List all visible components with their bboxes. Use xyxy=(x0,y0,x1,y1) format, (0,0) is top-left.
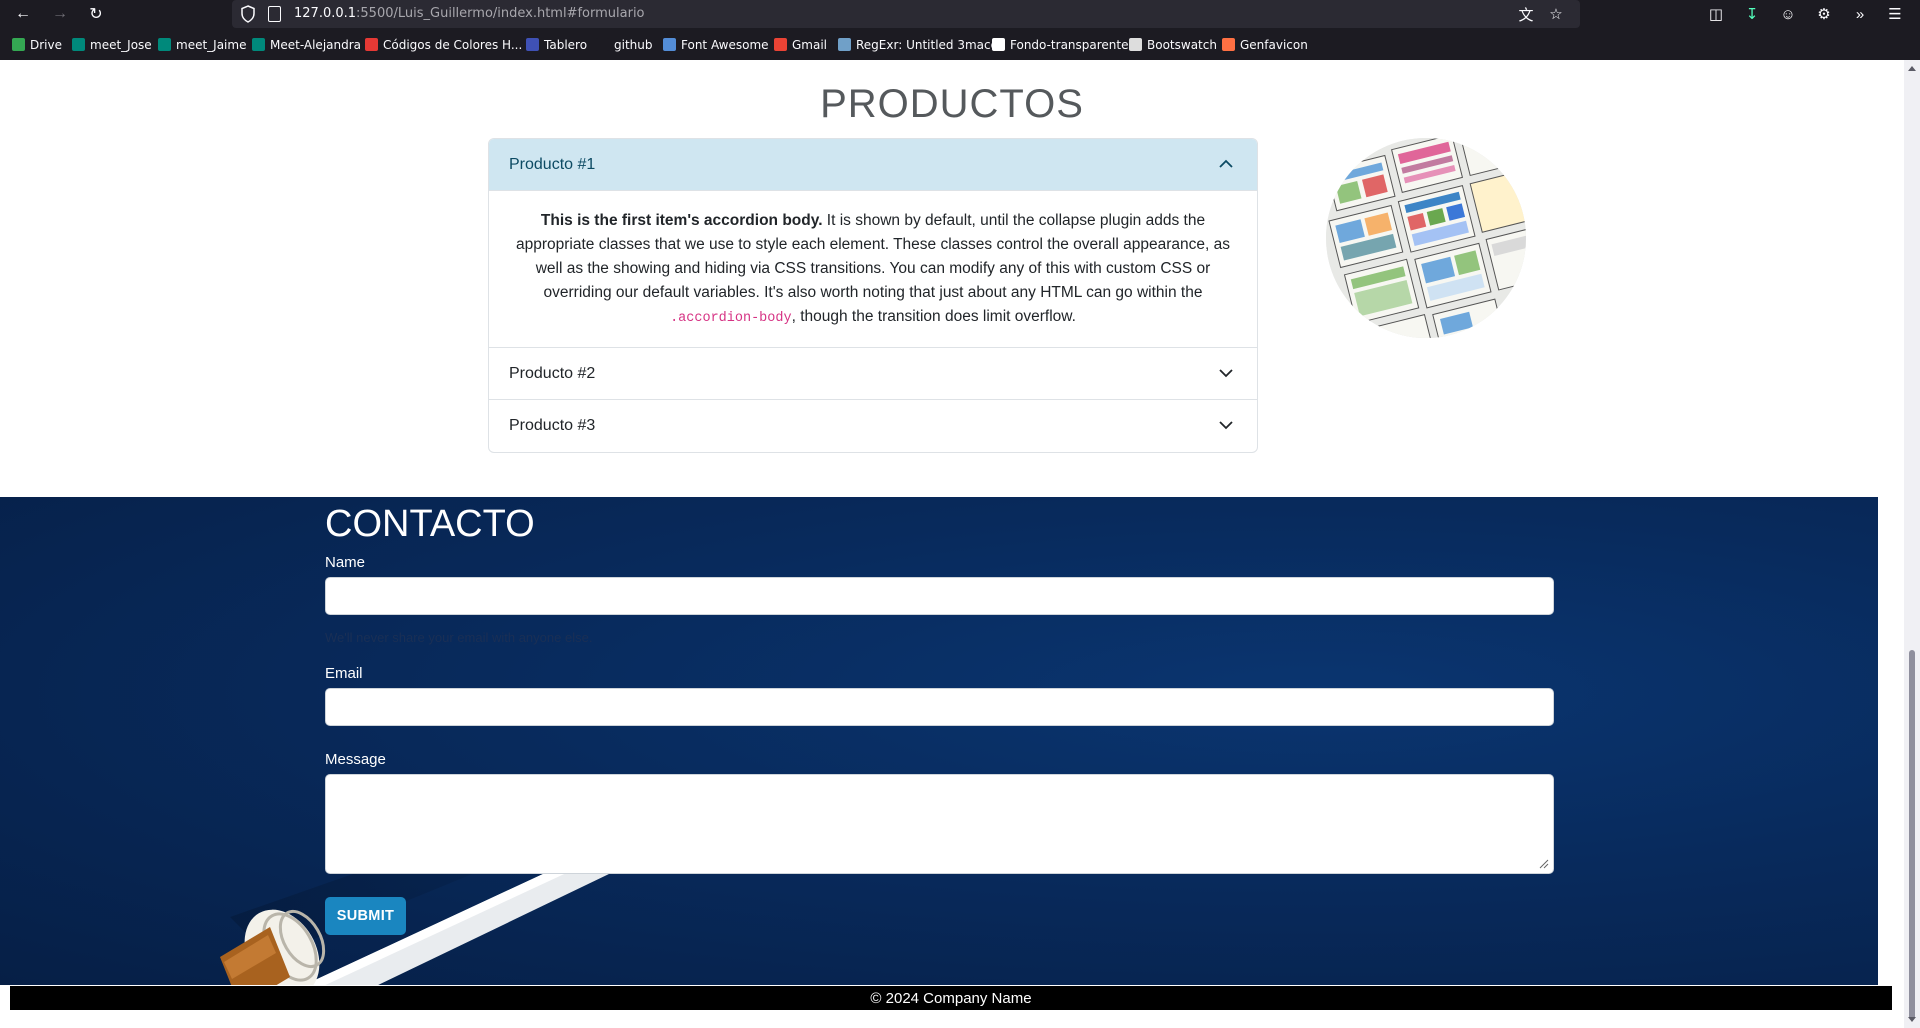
address-bar[interactable]: 127.0.0.1:5500/Luis_Guillermo/index.html… xyxy=(232,0,1580,28)
color-wheel-icon xyxy=(365,38,378,51)
meet-icon xyxy=(252,38,265,51)
contact-title: CONTACTO xyxy=(325,503,535,545)
url-text[interactable]: 127.0.0.1:5500/Luis_Guillermo/index.html… xyxy=(294,6,645,21)
bookmark-genfavicon[interactable]: Genfavicon xyxy=(1222,36,1308,53)
bookmark-label: Tablero xyxy=(544,37,588,52)
submit-button[interactable]: SUBMIT xyxy=(325,897,406,935)
footer-copyright: © 2024 Company Name xyxy=(870,989,1032,1007)
bookmark-label: github xyxy=(614,37,653,52)
chevron-down-icon xyxy=(1219,421,1233,430)
translate-icon[interactable]: 文 xyxy=(1516,4,1536,24)
bookmark-label: Meet-Alejandra xyxy=(270,37,362,52)
chevron-up-icon xyxy=(1219,159,1233,168)
email-input[interactable] xyxy=(325,688,1554,726)
contact-section: CONTACTO Name We'll never share your ema… xyxy=(0,497,1878,985)
message-textarea[interactable] xyxy=(325,774,1554,874)
accordion-header-label: Producto #1 xyxy=(509,155,596,173)
scroll-up-icon[interactable] xyxy=(1908,66,1916,71)
products-accordion: Producto #1 This is the first item's acc… xyxy=(488,138,1258,453)
accordion-body-strong: This is the first item's accordion body. xyxy=(540,212,823,229)
accordion-header-label: Producto #2 xyxy=(509,364,596,382)
name-help-text: We'll never share your email with anyone… xyxy=(325,630,593,645)
bookmark-label: Genfavicon xyxy=(1240,37,1308,52)
scrollbar-thumb[interactable] xyxy=(1909,650,1915,1020)
bookmark-label: RegExr: Untitled 3maco xyxy=(856,37,998,52)
bookmarks-bar: Drive meet_Jose meet_Jaime Meet-Alejandr… xyxy=(0,28,1920,60)
browser-toolbar: ← → ↻ 127.0.0.1:5500/Luis_Guillermo/inde… xyxy=(0,0,1920,28)
bookmark-tablero[interactable]: Tablero xyxy=(526,36,587,53)
shield-icon[interactable] xyxy=(240,5,256,23)
bookmark-codigos-colores[interactable]: Códigos de Colores H... xyxy=(365,36,522,53)
wireframe-sketches-image xyxy=(1326,138,1526,338)
download-icon[interactable]: ↧ xyxy=(1741,3,1763,25)
github-icon xyxy=(596,38,609,51)
accordion-header-producto-1[interactable]: Producto #1 xyxy=(489,139,1257,191)
account-icon[interactable]: ☺ xyxy=(1777,3,1799,25)
bookmark-meet-jose[interactable]: meet_Jose xyxy=(72,36,152,53)
tablero-icon xyxy=(526,38,539,51)
bookmark-drive[interactable]: Drive xyxy=(12,36,62,53)
accordion-body-text-end: , though the transition does limit overf… xyxy=(791,308,1076,325)
genfavicon-icon xyxy=(1222,38,1235,51)
name-input[interactable] xyxy=(325,577,1554,615)
bookmark-label: Font Awesome xyxy=(681,37,769,52)
bookmark-fondo-transparente[interactable]: Fondo-transparente xyxy=(992,36,1129,53)
bookmark-gmail[interactable]: Gmail xyxy=(774,36,827,53)
accordion-header-label: Producto #3 xyxy=(509,417,596,434)
bookmark-label: Bootswatch xyxy=(1147,37,1217,52)
bookmark-regexr[interactable]: RegExr: Untitled 3maco xyxy=(838,36,998,53)
hamburger-menu-icon[interactable]: ☰ xyxy=(1884,3,1906,25)
bookmark-github[interactable]: github xyxy=(596,36,652,53)
pocket-icon[interactable]: ◫ xyxy=(1705,3,1727,25)
back-icon[interactable]: ← xyxy=(11,2,35,26)
bookmark-label: Fondo-transparente xyxy=(1010,37,1129,52)
accordion-header-producto-3[interactable]: Producto #3 xyxy=(489,400,1257,452)
regexr-icon xyxy=(838,38,851,51)
bookmark-meet-jaime[interactable]: meet_Jaime xyxy=(158,36,246,53)
bookmark-label: Códigos de Colores H... xyxy=(383,37,523,52)
meet-icon xyxy=(158,38,171,51)
bookmark-label: meet_Jose xyxy=(90,37,152,52)
url-path: :5500/Luis_Guillermo/index.html#formular… xyxy=(356,6,645,21)
bookmark-star-icon[interactable]: ☆ xyxy=(1546,4,1566,24)
products-title: PRODUCTOS xyxy=(820,82,1084,126)
page-content: PRODUCTOS Producto #1 This is the first … xyxy=(0,60,1904,1028)
accordion-header-producto-2[interactable]: Producto #2 xyxy=(489,348,1257,400)
url-host: 127.0.0.1 xyxy=(294,6,357,21)
name-label: Name xyxy=(325,554,366,571)
page-scrollbar[interactable] xyxy=(1904,60,1920,1028)
flag-icon xyxy=(663,38,676,51)
product-image xyxy=(1326,138,1526,338)
meet-icon xyxy=(72,38,85,51)
bookmark-label: meet_Jaime xyxy=(176,37,247,52)
chevron-down-icon xyxy=(1219,369,1233,378)
bookmark-meet-alejandra[interactable]: Meet-Alejandra xyxy=(252,36,361,53)
gmail-icon xyxy=(774,38,787,51)
bootswatch-icon xyxy=(1129,38,1142,51)
bookmark-font-awesome[interactable]: Font Awesome xyxy=(663,36,769,53)
bookmark-label: Drive xyxy=(30,37,62,52)
extensions-icon[interactable]: ⚙ xyxy=(1813,3,1835,25)
drive-icon xyxy=(12,38,25,51)
reload-icon[interactable]: ↻ xyxy=(84,2,108,26)
page-icon xyxy=(268,6,281,22)
message-label: Message xyxy=(325,751,386,768)
accordion-body: This is the first item's accordion body.… xyxy=(489,191,1257,348)
overflow-menu-icon[interactable]: » xyxy=(1849,3,1871,25)
forward-icon[interactable]: → xyxy=(48,2,72,26)
fondo-icon xyxy=(992,38,1005,51)
scroll-down-icon[interactable] xyxy=(1908,1017,1916,1022)
bookmark-label: Gmail xyxy=(792,37,828,52)
accordion-body-code: .accordion-body xyxy=(670,311,792,326)
email-label: Email xyxy=(325,665,363,682)
footer: © 2024 Company Name xyxy=(10,986,1892,1010)
resize-handle-icon[interactable] xyxy=(1539,859,1549,869)
bookmark-bootswatch[interactable]: Bootswatch xyxy=(1129,36,1217,53)
